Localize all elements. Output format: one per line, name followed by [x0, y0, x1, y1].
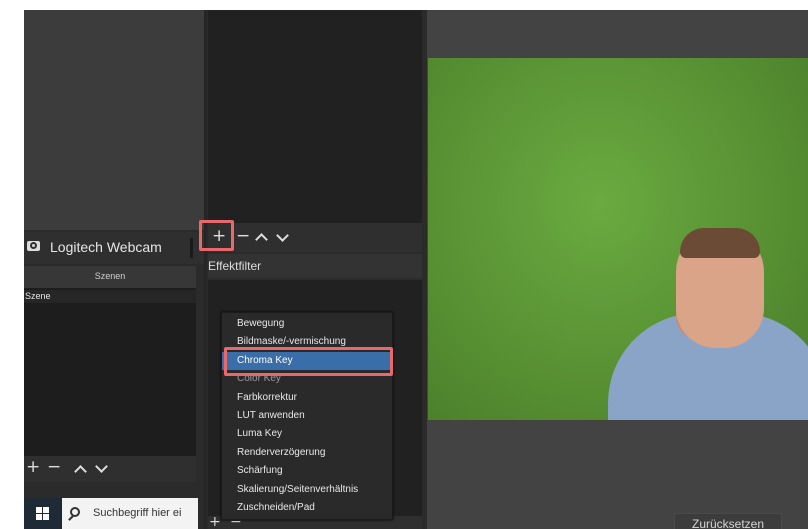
chroma-key-highlight — [224, 347, 393, 376]
taskbar: Suchbegriff hier ei — [24, 498, 198, 529]
audio-filters-list — [208, 10, 422, 223]
divider — [204, 10, 207, 529]
person-hair — [680, 228, 760, 258]
search-placeholder: Suchbegriff hier ei — [93, 507, 182, 519]
add-effect-filter-button[interactable]: + — [209, 515, 221, 529]
windows-start-icon[interactable] — [36, 507, 50, 521]
filter-move-down-icon[interactable] — [276, 229, 289, 242]
scene-add-button[interactable]: + — [26, 459, 40, 476]
menu-item-skalierung[interactable]: Skalierung/Seitenverhältnis — [222, 481, 392, 499]
effect-filters-header: Effektfilter — [208, 254, 422, 278]
source-bar-separator — [190, 238, 193, 258]
menu-item-lut-anwenden[interactable]: LUT anwenden — [222, 407, 392, 425]
left-top-panel — [24, 10, 204, 230]
camera-icon — [27, 241, 40, 251]
scene-item[interactable]: Szene — [24, 290, 196, 303]
filters-toolbar-top: + − — [208, 223, 422, 252]
source-name: Logitech Webcam — [50, 239, 162, 255]
menu-item-bewegung[interactable]: Bewegung — [222, 315, 392, 333]
scenes-toolbar: + − — [24, 456, 196, 482]
scene-item-label: Szene — [25, 291, 51, 301]
menu-item-farbkorrektur[interactable]: Farbkorrektur — [222, 389, 392, 407]
reset-button[interactable]: Zurücksetzen — [674, 513, 782, 529]
taskbar-search[interactable]: Suchbegriff hier ei — [62, 498, 198, 529]
menu-item-zuschneiden[interactable]: Zuschneiden/Pad — [222, 499, 392, 517]
remove-filter-button[interactable]: − — [236, 228, 250, 245]
scenes-list: Szene — [24, 288, 196, 456]
webcam-preview — [428, 58, 808, 420]
menu-item-schaerfung[interactable]: Schärfung — [222, 462, 392, 480]
reset-button-label: Zurücksetzen — [691, 517, 765, 529]
effect-filters-title: Effektfilter — [208, 259, 262, 273]
add-filter-menu: Bewegung Bildmaske/-vermischung Chroma K… — [221, 312, 393, 520]
scenes-header: Szenen — [24, 266, 196, 288]
scene-remove-button[interactable]: − — [47, 459, 61, 476]
menu-item-renderverzoegerung[interactable]: Renderverzögerung — [222, 444, 392, 462]
menu-item-luma-key[interactable]: Luma Key — [222, 425, 392, 443]
source-bar[interactable]: Logitech Webcam — [24, 232, 204, 264]
scene-move-down-icon[interactable] — [95, 460, 108, 473]
add-filter-highlight — [199, 220, 234, 251]
scenes-header-label: Szenen — [94, 271, 126, 281]
obs-window: Logitech Webcam Szenen Szene + − Suchbeg… — [24, 10, 808, 529]
scene-move-up-icon[interactable] — [74, 465, 87, 478]
filter-move-up-icon[interactable] — [255, 233, 268, 246]
